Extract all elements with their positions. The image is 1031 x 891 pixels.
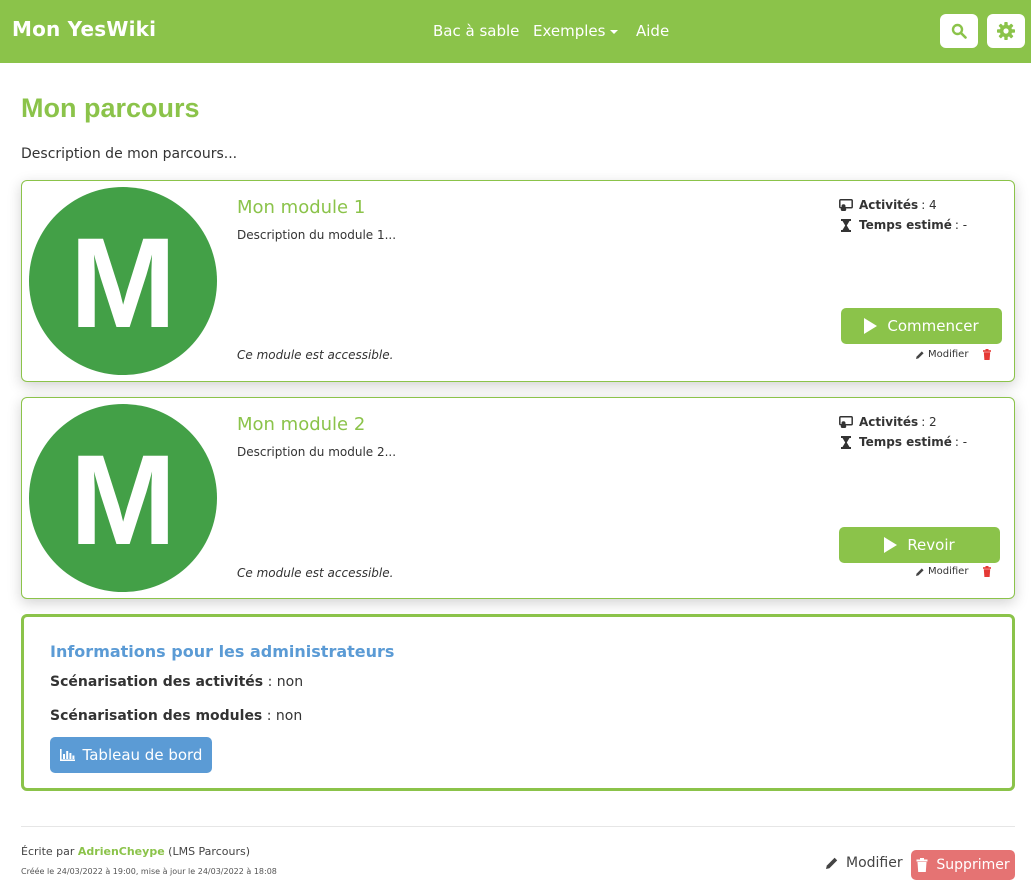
site-brand[interactable]: Mon YesWiki [12, 17, 156, 41]
footer-divider [21, 826, 1015, 827]
module-activities: Activités : 4 [839, 198, 937, 212]
caret-down-icon [610, 29, 619, 34]
review-module-button[interactable]: Revoir [839, 527, 1000, 563]
admin-info-panel: Informations pour les administrateurs Sc… [21, 614, 1015, 791]
module-access-status: Ce module est accessible. [237, 566, 394, 580]
time-value: : - [954, 435, 968, 449]
written-prefix: Écrite par [21, 845, 78, 858]
module-description: Description du module 1... [237, 228, 397, 242]
edit-module-label: Modifier [928, 349, 969, 360]
edit-module-label: Modifier [928, 566, 969, 577]
pencil-icon [916, 350, 924, 359]
dashboard-button[interactable]: Tableau de bord [50, 737, 212, 773]
search-icon [951, 23, 967, 39]
activities-scenario-row: Scénarisation des activités : non [50, 674, 303, 690]
trash-icon [916, 858, 928, 872]
time-value: : - [954, 218, 968, 232]
activities-label: Activités [859, 198, 919, 212]
activities-icon [839, 199, 853, 211]
authorship-line: Écrite par AdrienCheype (LMS Parcours) [21, 845, 250, 858]
time-label: Temps estimé [859, 218, 952, 232]
page-title: Mon parcours [21, 93, 200, 123]
hourglass-icon [841, 435, 851, 449]
search-button[interactable] [940, 14, 978, 48]
nav-item-bac-a-sable[interactable]: Bac à sable [433, 22, 519, 40]
modules-scenario-label: Scénarisation des modules [50, 708, 263, 724]
play-icon [864, 318, 878, 334]
pencil-icon [826, 857, 838, 869]
edit-page-button[interactable]: Modifier [825, 855, 903, 871]
edit-module-link[interactable]: Modifier [915, 349, 968, 360]
activities-value: : 4 [921, 198, 937, 212]
nav-item-exemples[interactable]: Exemples [533, 22, 619, 40]
module-avatar[interactable]: M [29, 187, 217, 375]
page-description: Description de mon parcours... [21, 146, 238, 162]
start-module-button[interactable]: Commencer [841, 308, 1002, 344]
settings-button[interactable] [987, 14, 1025, 48]
delete-module-icon[interactable] [982, 349, 992, 360]
delete-page-label: Supprimer [936, 857, 1010, 873]
module-activities: Activités : 2 [839, 415, 937, 429]
activities-value: : 2 [921, 415, 937, 429]
module-title[interactable]: Mon module 1 [237, 197, 365, 218]
review-module-label: Revoir [907, 536, 955, 554]
activities-scenario-value: : non [263, 674, 304, 690]
play-icon [884, 537, 898, 553]
gear-icon [997, 22, 1015, 40]
author-link[interactable]: AdrienCheype [78, 845, 165, 858]
page-dates: Créée le 24/03/2022 à 19:00, mise à jour… [21, 867, 277, 876]
activities-icon [839, 416, 853, 428]
module-estimated-time: Temps estimé : - [839, 435, 967, 449]
module-card-2: M Mon module 2 Description du module 2..… [21, 397, 1015, 599]
module-card-1: M Mon module 1 Description du module 1..… [21, 180, 1015, 382]
pencil-icon [916, 567, 924, 576]
module-description: Description du module 2... [237, 445, 397, 459]
module-title[interactable]: Mon module 2 [237, 414, 365, 435]
dashboard-button-label: Tableau de bord [82, 746, 203, 764]
delete-module-icon[interactable] [982, 566, 992, 577]
edit-page-label: Modifier [846, 855, 903, 871]
modules-scenario-row: Scénarisation des modules : non [50, 708, 302, 724]
module-avatar-letter: M [69, 212, 177, 355]
delete-page-button[interactable]: Supprimer [911, 850, 1015, 880]
nav-item-exemples-label: Exemples [533, 22, 606, 40]
activities-label: Activités [859, 415, 919, 429]
nav-item-aide[interactable]: Aide [636, 22, 669, 40]
module-access-status: Ce module est accessible. [237, 348, 394, 362]
top-navbar: Mon YesWiki Bac à sable Exemples Aide [0, 0, 1031, 63]
start-module-label: Commencer [887, 317, 979, 335]
module-estimated-time: Temps estimé : - [839, 218, 967, 232]
edit-module-link[interactable]: Modifier [915, 566, 968, 577]
module-avatar[interactable]: M [29, 404, 217, 592]
written-suffix: (LMS Parcours) [164, 845, 250, 858]
time-label: Temps estimé [859, 435, 952, 449]
modules-scenario-value: : non [262, 708, 303, 724]
bar-chart-icon [59, 749, 75, 761]
activities-scenario-label: Scénarisation des activités [50, 674, 264, 690]
hourglass-icon [841, 218, 851, 232]
admin-info-title: Informations pour les administrateurs [50, 642, 395, 661]
module-avatar-letter: M [69, 429, 177, 572]
